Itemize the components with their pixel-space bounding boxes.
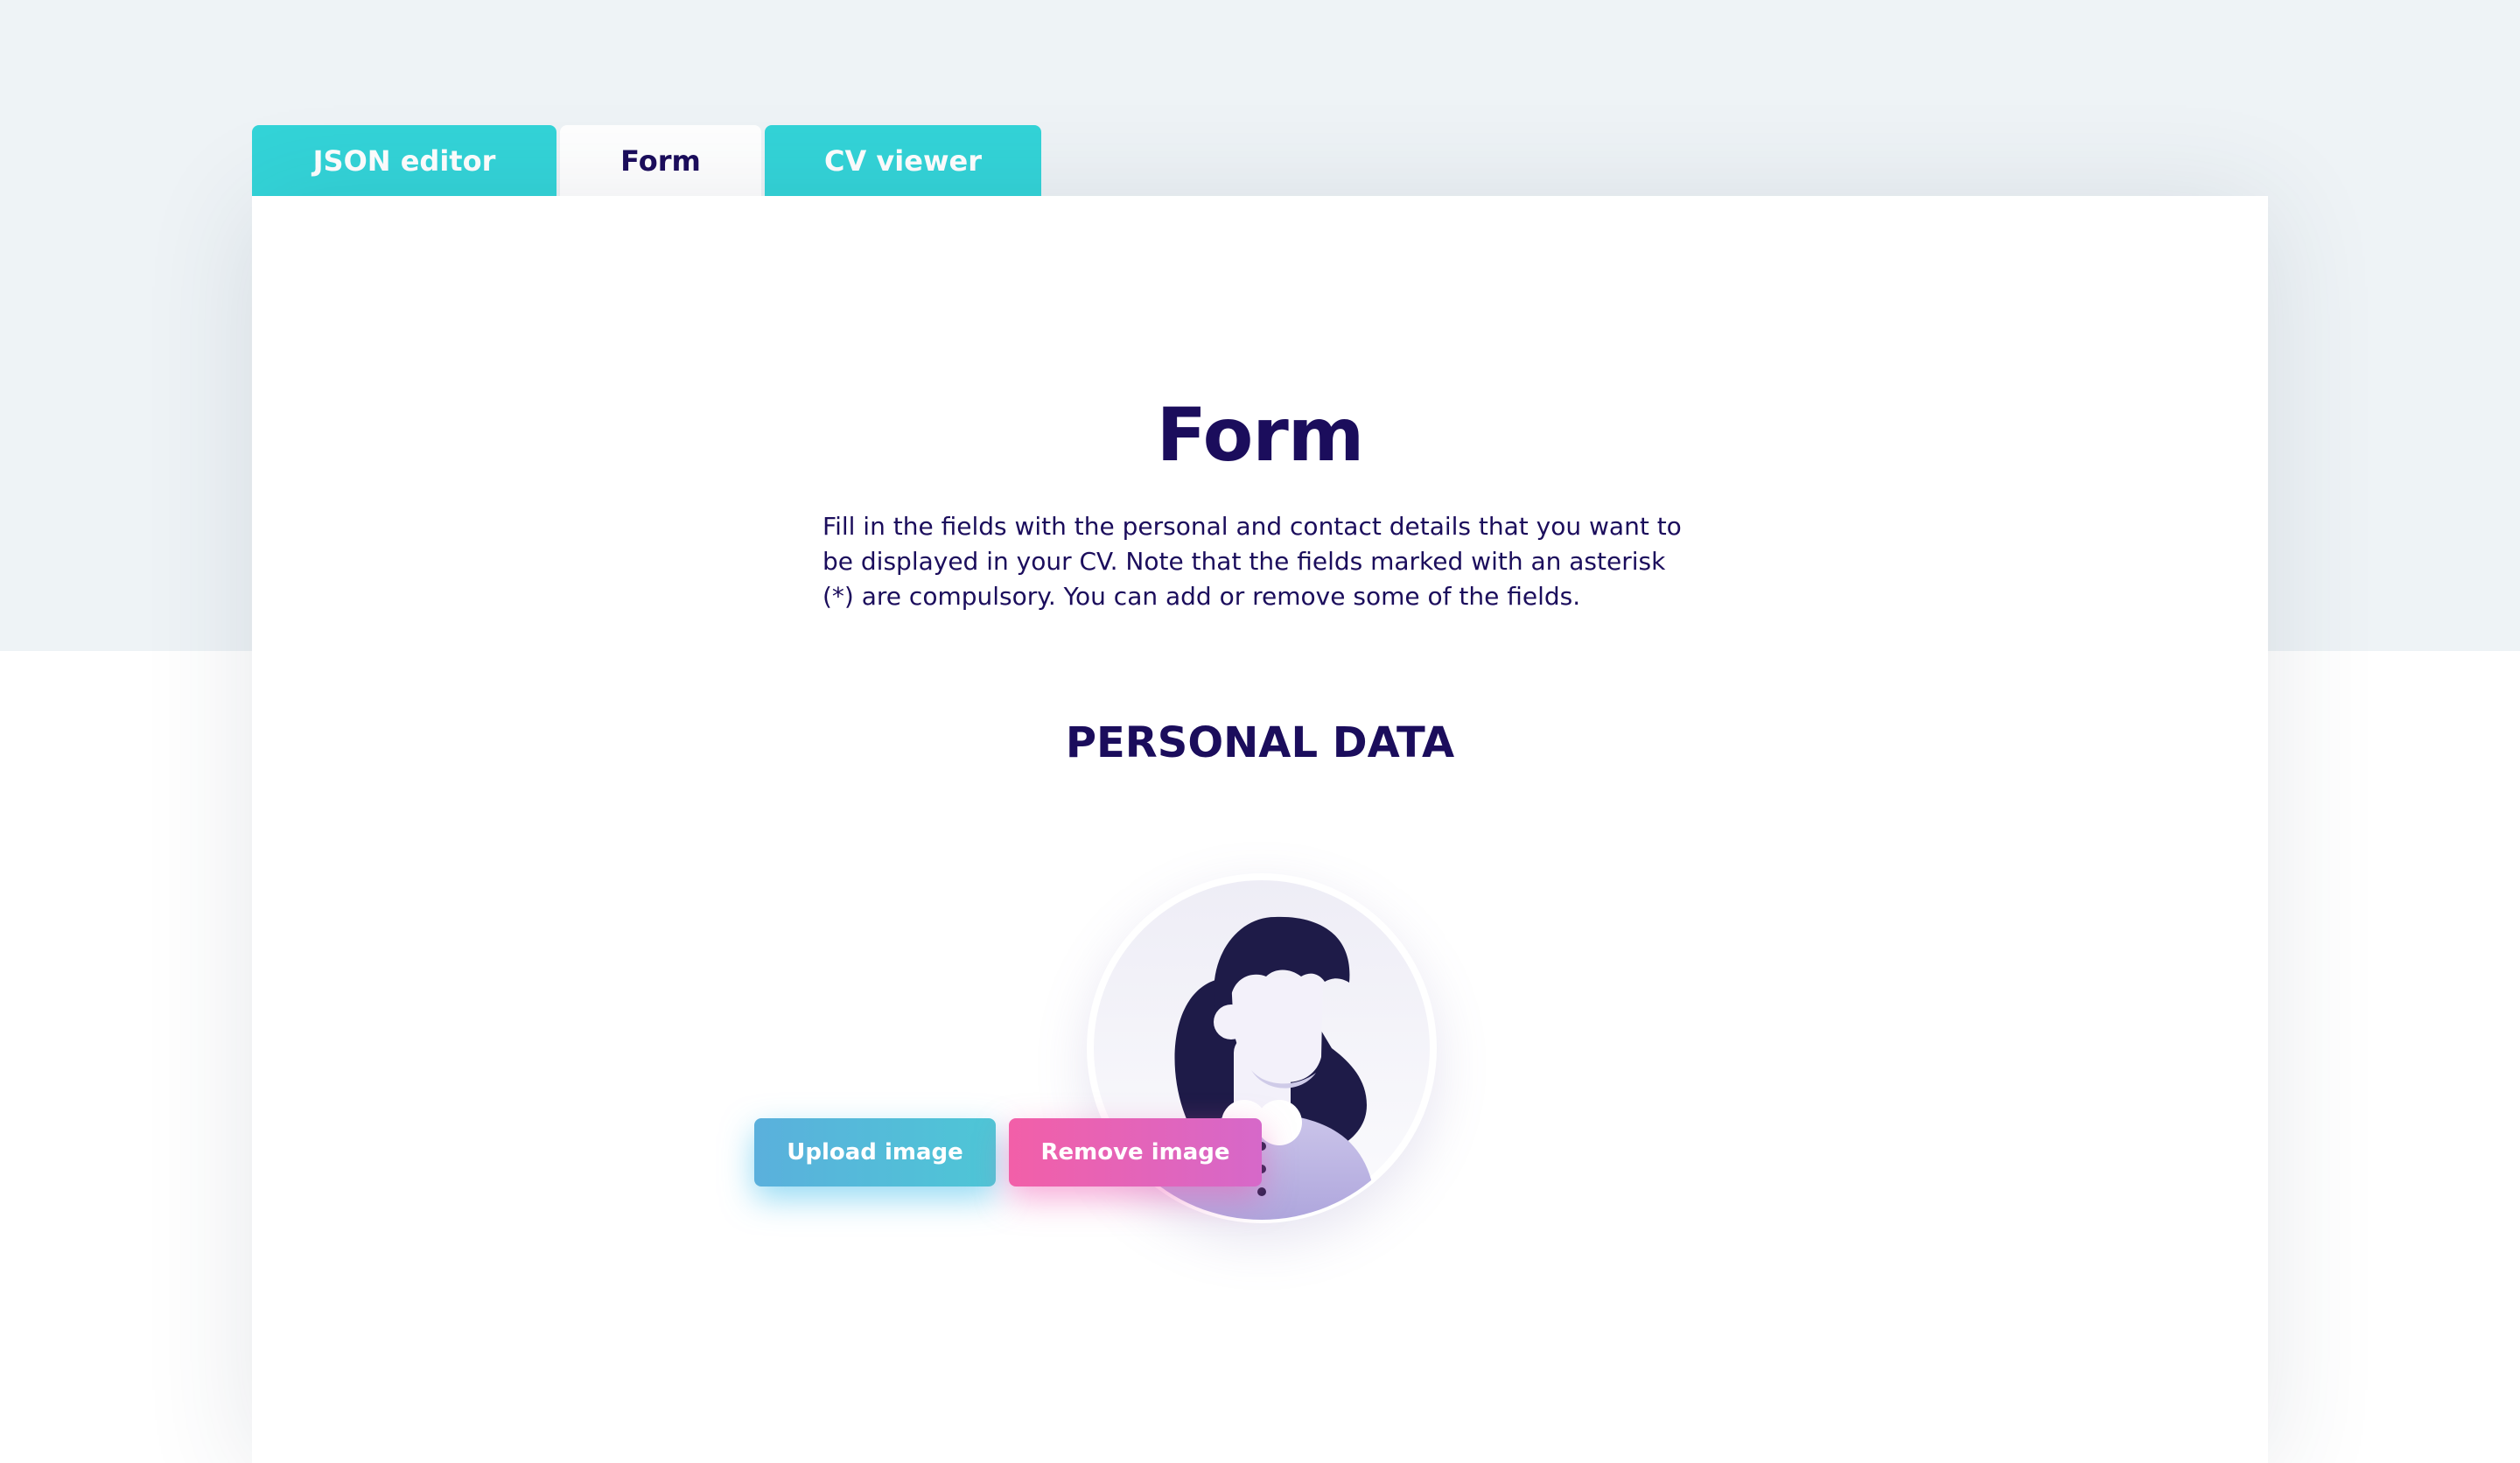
page-title: Form bbox=[1156, 392, 1365, 478]
tab-form-label: Form bbox=[620, 144, 701, 178]
tab-bar: JSON editor Form CV viewer bbox=[252, 125, 1041, 196]
tab-json-editor[interactable]: JSON editor bbox=[252, 125, 556, 196]
form-card: Form Fill in the fields with the persona… bbox=[252, 196, 2268, 1463]
section-title-personal-data: PERSONAL DATA bbox=[1065, 718, 1455, 767]
tab-form[interactable]: Form bbox=[560, 125, 761, 196]
upload-image-button[interactable]: Upload image bbox=[754, 1118, 996, 1186]
tab-cv-viewer[interactable]: CV viewer bbox=[765, 125, 1041, 196]
remove-image-button[interactable]: Remove image bbox=[1009, 1118, 1262, 1186]
form-intro-text: Fill in the fields with the personal and… bbox=[822, 512, 1682, 611]
tab-cv-viewer-label: CV viewer bbox=[824, 144, 982, 178]
tab-json-editor-label: JSON editor bbox=[312, 144, 496, 178]
